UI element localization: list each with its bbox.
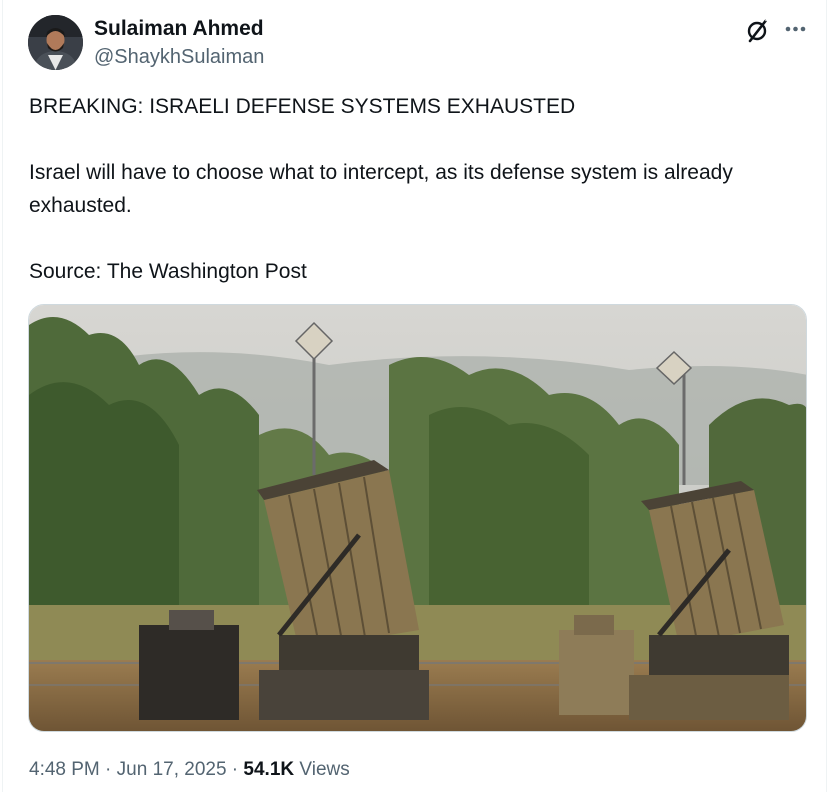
tweet-time[interactable]: 4:48 PM — [29, 759, 100, 780]
tweet-date[interactable]: Jun 17, 2025 — [117, 759, 227, 780]
tweet-source: Source: The Washington Post — [29, 260, 307, 283]
views-label: Views — [294, 759, 350, 780]
tweet-card: Sulaiman Ahmed @ShaykhSulaiman BREAKING:… — [2, 0, 827, 792]
tweet-media-image[interactable] — [28, 304, 807, 732]
grok-icon[interactable] — [743, 16, 773, 46]
tweet-meta: 4:48 PM · Jun 17, 2025 · 54.1K Views — [29, 757, 350, 783]
meta-separator: · — [99, 759, 117, 780]
tweet-headline: BREAKING: ISRAELI DEFENSE SYSTEMS EXHAUS… — [29, 95, 576, 118]
tweet-text: BREAKING: ISRAELI DEFENSE SYSTEMS EXHAUS… — [29, 90, 799, 288]
avatar[interactable] — [28, 15, 83, 70]
more-options-icon[interactable] — [781, 16, 811, 46]
views-count: 54.1K — [243, 759, 295, 780]
meta-separator: · — [226, 759, 244, 780]
author-handle[interactable]: @ShaykhSulaiman — [94, 44, 264, 70]
tweet-body: Israel will have to choose what to inter… — [29, 161, 733, 217]
author-name[interactable]: Sulaiman Ahmed — [94, 16, 264, 42]
